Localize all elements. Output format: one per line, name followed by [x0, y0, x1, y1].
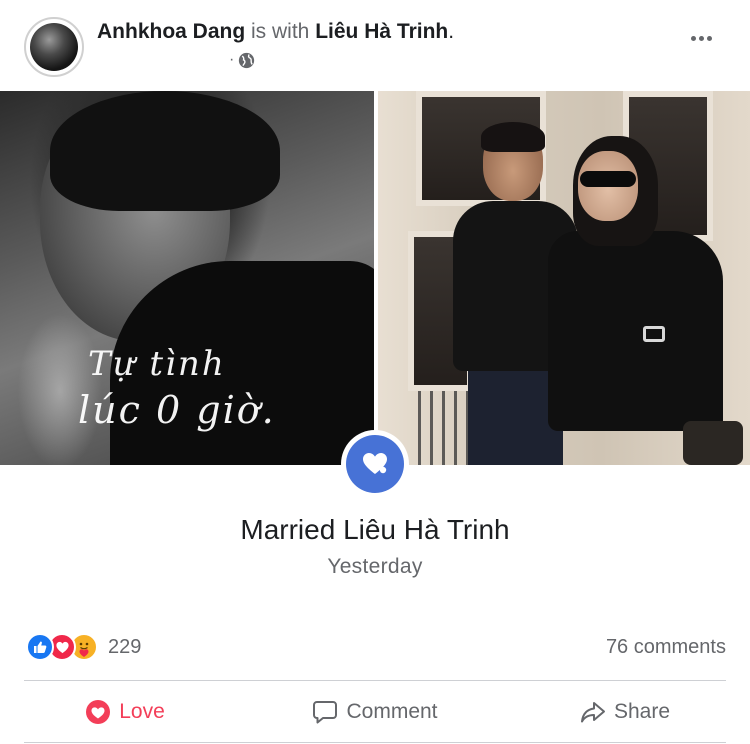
separator-dot: ·	[229, 51, 235, 68]
author-avatar[interactable]	[24, 17, 84, 77]
photo-woman	[548, 136, 723, 465]
avatar-image	[30, 23, 78, 71]
love-button-label: Love	[119, 699, 165, 723]
post-header: Anhkhoa Dang is with Liêu Hà Trinh. ·	[0, 0, 750, 90]
love-icon	[86, 699, 111, 724]
reaction-summary[interactable]: 229	[26, 633, 141, 661]
life-event-date[interactable]: Yesterday	[0, 555, 750, 579]
heart-badge-circle	[346, 435, 404, 493]
comment-icon	[313, 700, 338, 723]
more-dot	[707, 36, 712, 41]
heart-icon	[363, 453, 387, 474]
divider	[24, 742, 726, 743]
photo-caption: Tự tình lúc 0 giờ.	[78, 341, 276, 433]
post-actions-bar: Love Comment Share	[0, 681, 750, 742]
photo-caption-line-1: Tự tình	[88, 344, 226, 384]
comments-count[interactable]: 76 comments	[606, 636, 726, 659]
man-hair	[481, 122, 545, 152]
reaction-count[interactable]: 229	[108, 636, 141, 659]
photo-subject-hair	[50, 91, 280, 211]
share-icon	[580, 701, 605, 722]
comment-button[interactable]: Comment	[250, 681, 500, 742]
post-header-text: Anhkhoa Dang is with Liêu Hà Trinh.	[97, 20, 454, 44]
more-dot	[691, 36, 696, 41]
share-button[interactable]: Share	[500, 681, 750, 742]
more-options-icon[interactable]	[691, 36, 712, 41]
handbag	[683, 421, 743, 465]
share-button-label: Share	[613, 699, 671, 723]
comment-button-label: Comment	[346, 699, 438, 723]
woman-coat	[548, 231, 723, 431]
like-icon	[26, 633, 54, 661]
with-text: is with	[251, 20, 310, 43]
heart-glyph	[55, 641, 69, 653]
post-privacy: ·	[229, 51, 255, 69]
photo-right[interactable]	[378, 91, 750, 465]
header-period: .	[448, 20, 455, 43]
life-event-badge	[341, 430, 409, 498]
photo-caption-line-2: lúc 0 giờ.	[78, 388, 276, 432]
life-event-title: Married Liêu Hà Trinh	[240, 514, 510, 545]
globe-icon[interactable]	[238, 52, 255, 69]
tagged-person[interactable]: Liêu Hà Trinh	[315, 20, 448, 43]
author-name[interactable]: Anhkhoa Dang	[97, 20, 245, 43]
love-button[interactable]: Love	[0, 681, 250, 742]
woman-belt-buckle	[643, 326, 665, 342]
thumbs-up-glyph	[34, 641, 47, 653]
more-dot	[699, 36, 704, 41]
photo-left[interactable]: Tự tình lúc 0 giờ.	[0, 91, 374, 465]
woman-sunglasses	[580, 171, 636, 187]
